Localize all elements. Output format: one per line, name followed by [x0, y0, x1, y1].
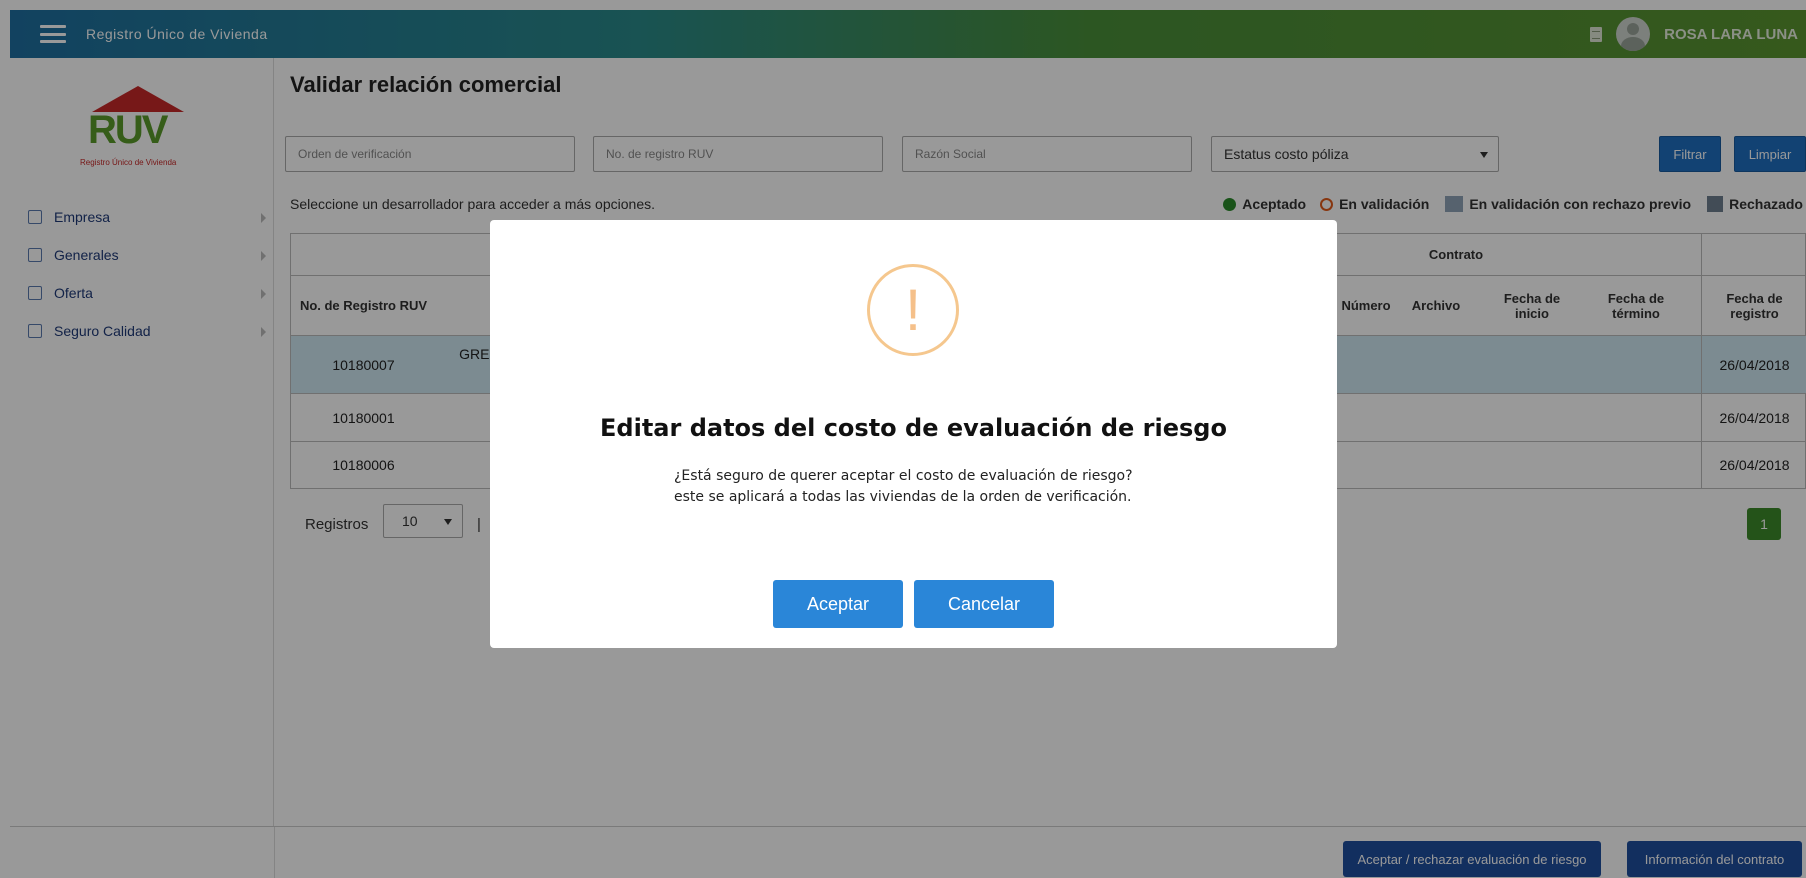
dialog-message-line1: ¿Está seguro de querer aceptar el costo … — [674, 468, 1133, 484]
accept-button[interactable]: Aceptar — [773, 580, 903, 628]
cancel-button[interactable]: Cancelar — [914, 580, 1054, 628]
dialog-title: Editar datos del costo de evaluación de … — [600, 414, 1227, 442]
confirm-dialog: ! Editar datos del costo de evaluación d… — [490, 220, 1337, 648]
warning-icon: ! — [867, 264, 959, 356]
dialog-message-line2: este se aplicará a todas las viviendas d… — [674, 489, 1132, 505]
modal-overlay[interactable]: ! Editar datos del costo de evaluación d… — [0, 0, 1806, 878]
dialog-message: ¿Está seguro de querer aceptar el costo … — [674, 466, 1133, 508]
